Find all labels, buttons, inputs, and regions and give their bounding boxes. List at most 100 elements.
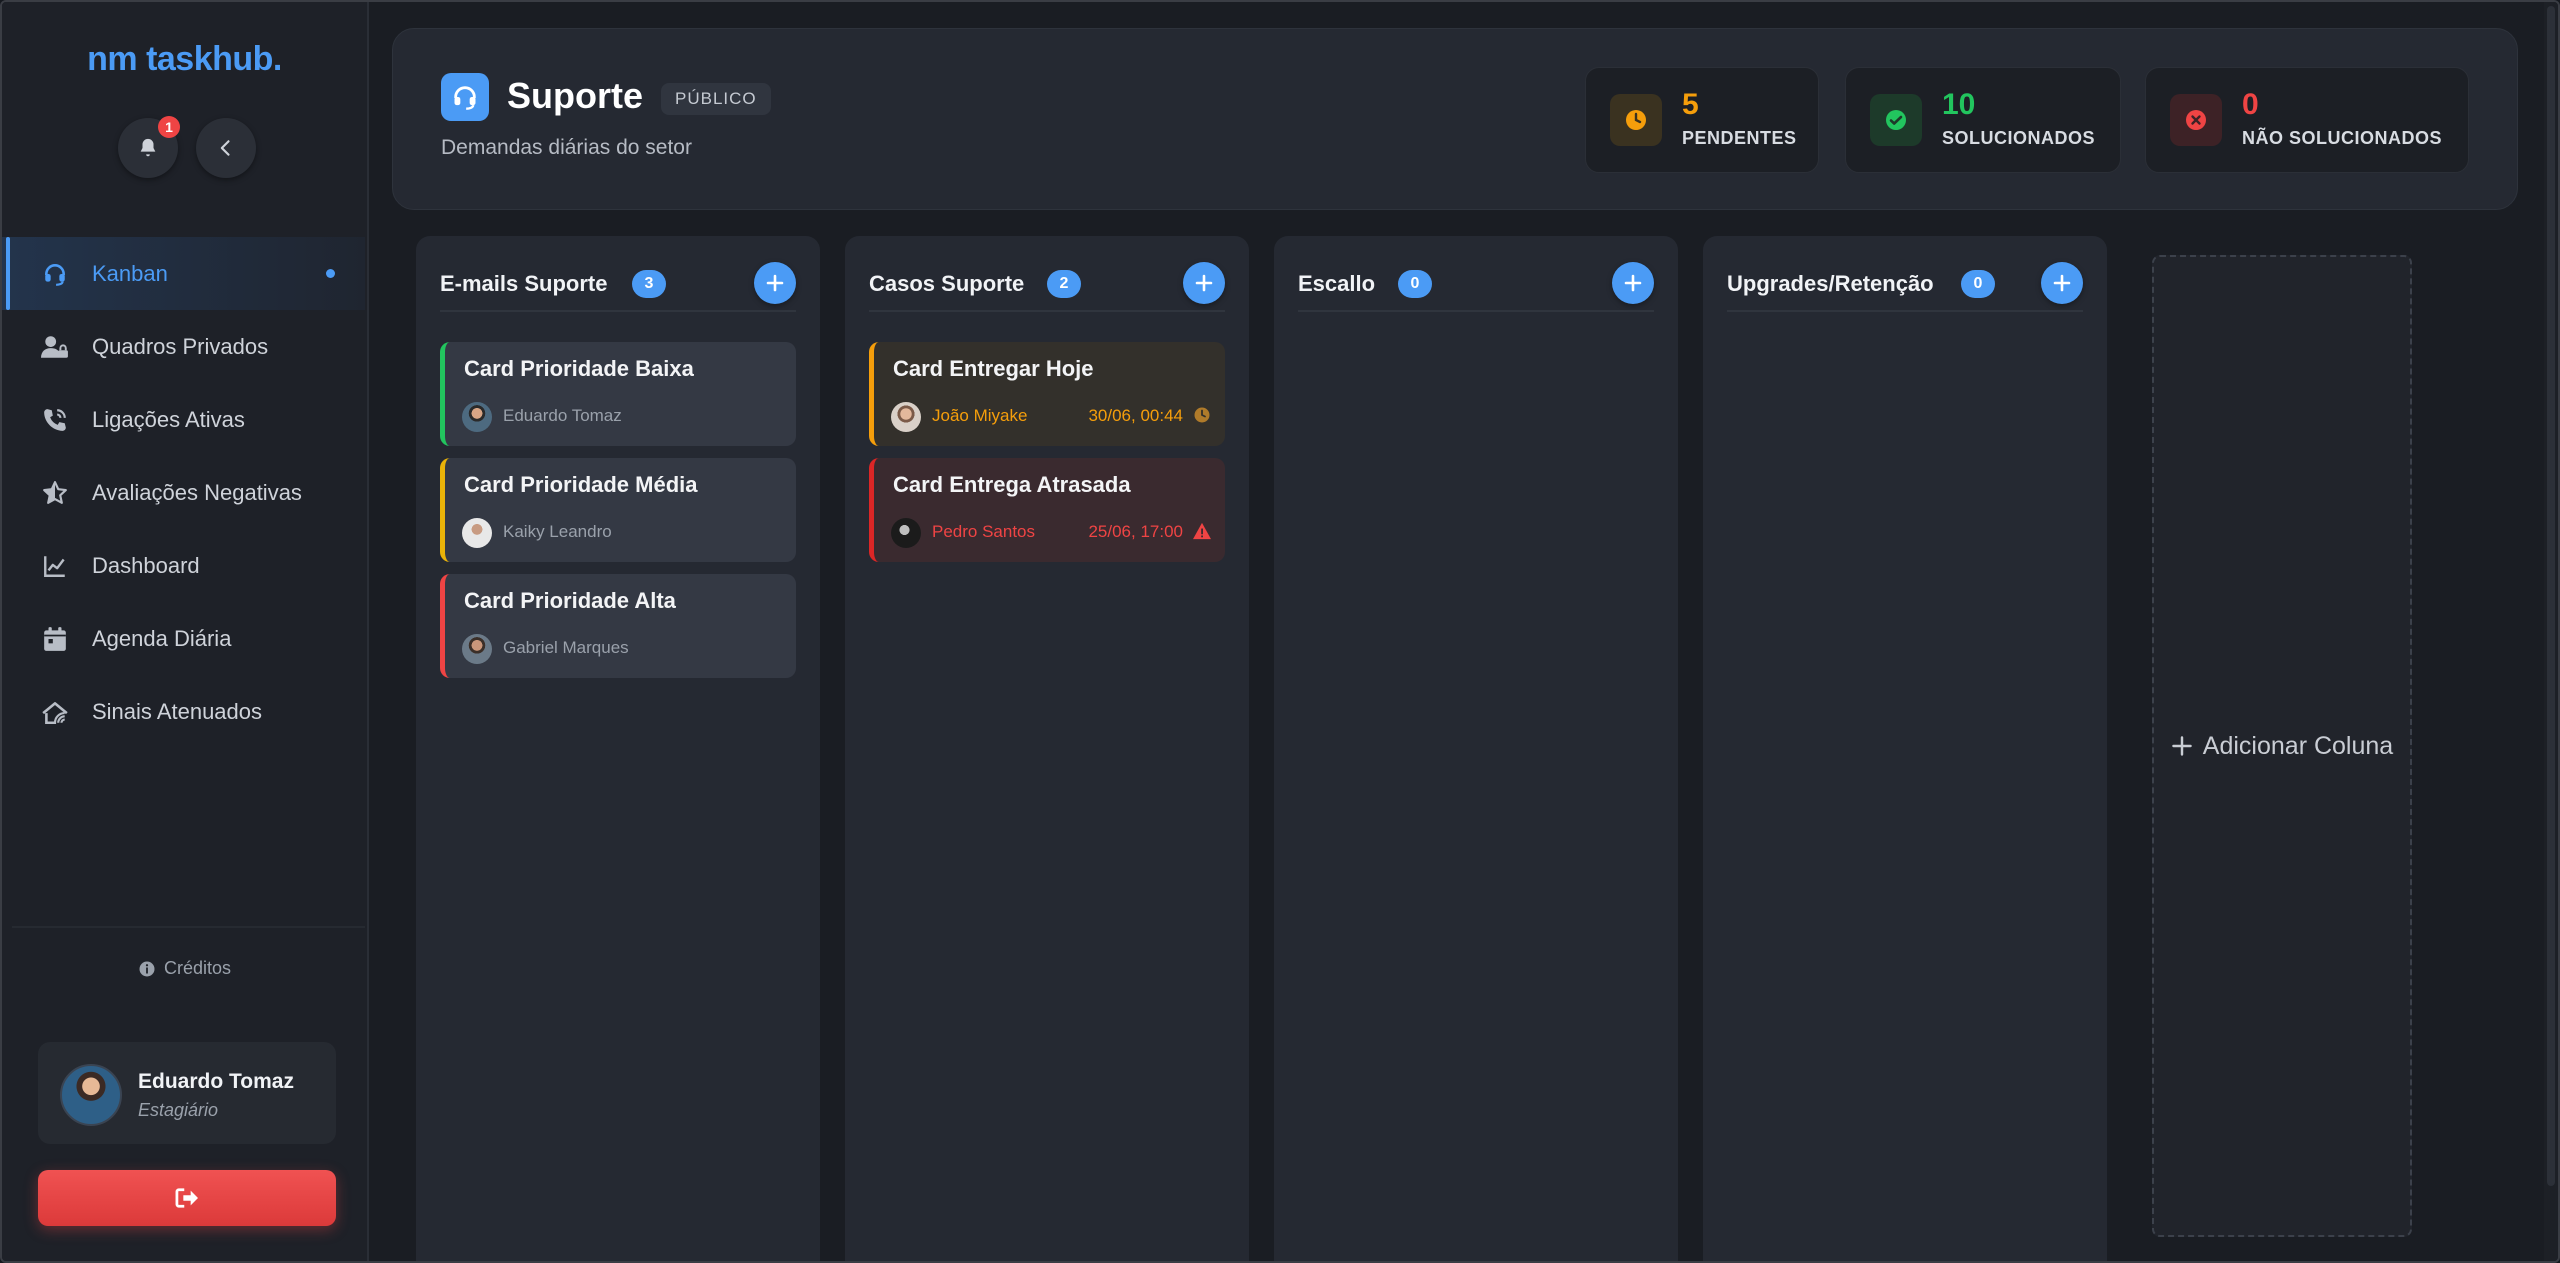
sidebar-item-label: Ligações Ativas <box>92 406 245 432</box>
stat-pending[interactable]: 5 PENDENTES <box>1585 67 1819 173</box>
notification-count-badge: 1 <box>158 116 180 138</box>
active-indicator-dot <box>326 269 335 278</box>
column-count-badge: 0 <box>1398 270 1432 298</box>
card-title: Card Entrega Atrasada <box>893 472 1131 497</box>
sidebar-nav: Kanban Quadros Privados Ligações Ativas <box>2 237 365 748</box>
column-header: Upgrades/Retenção 0 <box>1727 260 2083 312</box>
sidebar-item-kanban[interactable]: Kanban <box>2 237 365 310</box>
card-title: Card Prioridade Baixa <box>464 356 694 381</box>
column-title: Upgrades/Retenção <box>1727 271 1934 296</box>
clock-icon <box>1610 94 1662 146</box>
sidebar-item-agenda-diaria[interactable]: Agenda Diária <box>2 602 365 675</box>
sidebar-item-dashboard[interactable]: Dashboard <box>2 529 365 602</box>
column-title: E-mails Suporte <box>440 271 608 296</box>
collapse-sidebar-button[interactable] <box>196 118 256 178</box>
card-due-date: 25/06, 17:00 <box>1088 522 1183 541</box>
kanban-column-upgrades-retencao: Upgrades/Retenção 0 <box>1703 236 2107 1261</box>
sidebar-divider <box>12 926 365 928</box>
column-count-badge: 0 <box>1961 270 1995 298</box>
add-column-button[interactable]: Adicionar Coluna <box>2152 255 2412 1237</box>
column-header: Escallo 0 <box>1298 260 1654 312</box>
star-half-icon <box>40 478 70 508</box>
kanban-card[interactable]: Card Entregar Hoje João Miyake 30/06, 00… <box>869 342 1225 446</box>
credits-label: Créditos <box>163 958 232 978</box>
plus-icon <box>2053 274 2071 292</box>
kanban-card[interactable]: Card Entrega Atrasada Pedro Santos 25/06… <box>869 458 1225 562</box>
avatar <box>891 518 921 548</box>
card-title: Card Prioridade Alta <box>464 588 676 613</box>
column-header: Casos Suporte 2 <box>869 260 1225 312</box>
stat-label: SOLUCIONADOS <box>1942 128 2096 148</box>
bell-icon <box>140 138 156 157</box>
add-card-button[interactable] <box>1612 262 1654 304</box>
phone-call-icon <box>40 405 70 435</box>
headset-icon <box>40 259 70 289</box>
sidebar-item-quadros-privados[interactable]: Quadros Privados <box>2 310 365 383</box>
logout-button[interactable] <box>38 1170 336 1226</box>
stat-value: 10 <box>1942 88 1976 121</box>
visibility-badge: PÚBLICO <box>661 83 771 115</box>
chevron-left-icon <box>220 140 230 156</box>
sidebar-item-label: Avaliações Negativas <box>92 479 302 505</box>
card-assignee: Pedro Santos <box>932 522 1036 541</box>
headset-icon <box>441 73 489 121</box>
kanban-column-emails-suporte: E-mails Suporte 3 Card Prioridade Baixa … <box>416 236 820 1261</box>
column-header: E-mails Suporte 3 <box>440 260 796 312</box>
plus-icon <box>1624 274 1642 292</box>
kanban-column-escallo: Escallo 0 <box>1274 236 1678 1261</box>
user-profile-card[interactable]: Eduardo Tomaz Estagiário <box>38 1042 336 1144</box>
user-name: Eduardo Tomaz <box>138 1070 294 1093</box>
signal-icon <box>40 697 70 727</box>
kanban-card[interactable]: Card Prioridade Média Kaiky Leandro <box>440 458 796 562</box>
calendar-icon <box>40 624 70 654</box>
page-title: Suporte <box>507 75 644 116</box>
card-title: Card Prioridade Média <box>464 472 698 497</box>
card-assignee: Kaiky Leandro <box>503 522 612 541</box>
card-due-date: 30/06, 00:44 <box>1088 406 1183 425</box>
add-card-button[interactable] <box>2041 262 2083 304</box>
sidebar-item-label: Agenda Diária <box>92 625 232 651</box>
card-title: Card Entregar Hoje <box>893 356 1094 381</box>
card-assignee: João Miyake <box>932 406 1028 425</box>
column-title: Escallo <box>1298 271 1376 296</box>
stat-solved[interactable]: 10 SOLUCIONADOS <box>1845 67 2121 173</box>
stat-unsolved[interactable]: 0 NÃO SOLUCIONADOS <box>2145 67 2469 173</box>
card-assignee: Eduardo Tomaz <box>503 406 622 425</box>
add-card-button[interactable] <box>1183 262 1225 304</box>
scrollbar-thumb[interactable] <box>2547 6 2555 1186</box>
add-column-label: Adicionar Coluna <box>2202 731 2394 760</box>
user-lock-icon <box>40 332 70 362</box>
chart-line-icon <box>40 551 70 581</box>
sidebar-item-label: Dashboard <box>92 552 200 578</box>
sidebar-item-avaliacoes-negativas[interactable]: Avaliações Negativas <box>2 456 365 529</box>
column-title: Casos Suporte <box>869 271 1025 296</box>
page-subtitle: Demandas diárias do setor <box>441 136 692 159</box>
column-count-badge: 2 <box>1047 270 1081 298</box>
kanban-card[interactable]: Card Prioridade Baixa Eduardo Tomaz <box>440 342 796 446</box>
avatar <box>462 402 492 432</box>
avatar <box>462 634 492 664</box>
add-card-button[interactable] <box>754 262 796 304</box>
column-count-badge: 3 <box>632 270 666 298</box>
page-scrollbar[interactable] <box>2544 2 2558 1261</box>
plus-icon <box>2172 736 2192 756</box>
stat-value: 5 <box>1682 88 1699 121</box>
sidebar-item-ligacoes-ativas[interactable]: Ligações Ativas <box>2 383 365 456</box>
sidebar-item-label: Quadros Privados <box>92 333 269 359</box>
sidebar-item-sinais-atenuados[interactable]: Sinais Atenuados <box>2 675 365 748</box>
avatar <box>462 518 492 548</box>
kanban-card[interactable]: Card Prioridade Alta Gabriel Marques <box>440 574 796 678</box>
stat-label: NÃO SOLUCIONADOS <box>2242 128 2443 148</box>
x-circle-icon <box>2170 94 2222 146</box>
sidebar-item-label: Sinais Atenuados <box>92 698 263 724</box>
app-logo[interactable]: nm taskhub. <box>2 40 367 79</box>
credits-link[interactable]: Créditos <box>2 958 367 979</box>
check-circle-icon <box>1870 94 1922 146</box>
clock-icon <box>1191 404 1213 426</box>
logout-icon <box>175 1188 198 1208</box>
avatar <box>891 402 921 432</box>
info-icon <box>139 961 155 976</box>
plus-icon <box>766 274 784 292</box>
avatar <box>60 1064 122 1126</box>
kanban-column-casos-suporte: Casos Suporte 2 Card Entregar Hoje João … <box>845 236 1249 1261</box>
